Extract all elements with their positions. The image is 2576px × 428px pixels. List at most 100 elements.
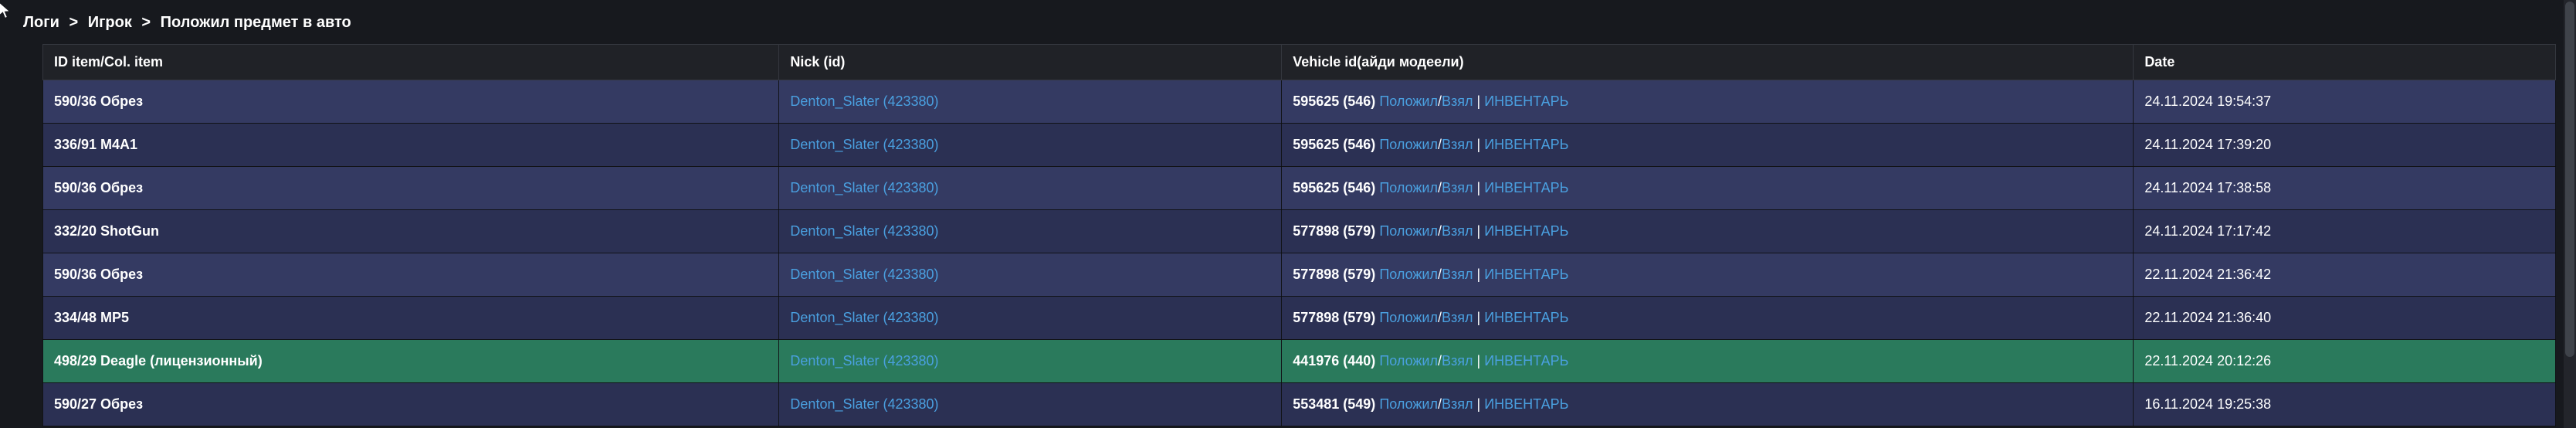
nick-link[interactable]: Denton_Slater (423380) [790, 223, 938, 239]
take-link[interactable]: Взял [1442, 267, 1473, 282]
pipe-separator: | [1473, 223, 1485, 239]
item-cell: 332/20 ShotGun [43, 210, 779, 253]
col-header-item: ID item/Col. item [43, 45, 779, 80]
table-row: 590/27 Обрез Denton_Slater (423380) 553481… [43, 383, 2556, 426]
breadcrumb-item-current: Положил предмет в авто [161, 14, 351, 31]
table-header-row: ID item/Col. item Nick (id) Vehicle id(а… [43, 45, 2556, 80]
put-link[interactable]: Положил [1379, 396, 1438, 412]
pipe-separator: | [1473, 310, 1485, 325]
date-cell: 22.11.2024 21:36:40 [2134, 297, 2556, 340]
nick-cell: Denton_Slater (423380) [779, 124, 1282, 167]
col-header-nick: Nick (id) [779, 45, 1282, 80]
vehicle-id: 595625 (546) [1293, 137, 1375, 152]
breadcrumb-item-logs[interactable]: Логи [23, 14, 59, 31]
nick-link[interactable]: Denton_Slater (423380) [790, 396, 938, 412]
table-row: 590/36 Обрез Denton_Slater (423380) 595625… [43, 167, 2556, 210]
vehicle-id: 595625 (546) [1293, 93, 1375, 109]
vehicle-id: 553481 (549) [1293, 396, 1375, 412]
log-table: ID item/Col. item Nick (id) Vehicle id(а… [42, 44, 2556, 426]
nick-cell: Denton_Slater (423380) [779, 340, 1282, 383]
vehicle-cell: 577898 (579) Положил/Взял | ИНВЕНТАРЬ [1282, 297, 2134, 340]
nick-cell: Denton_Slater (423380) [779, 383, 1282, 426]
item-cell: 590/36 Обрез [43, 167, 779, 210]
take-link[interactable]: Взял [1442, 93, 1473, 109]
pipe-separator: | [1473, 137, 1485, 152]
inventory-link[interactable]: ИНВЕНТАРЬ [1484, 93, 1568, 109]
inventory-link[interactable]: ИНВЕНТАРЬ [1484, 223, 1568, 239]
table-row: 336/91 M4A1 Denton_Slater (423380) 595625 … [43, 124, 2556, 167]
item-cell: 590/27 Обрез [43, 383, 779, 426]
nick-cell: Denton_Slater (423380) [779, 253, 1282, 297]
item-cell: 334/48 MP5 [43, 297, 779, 340]
nick-cell: Denton_Slater (423380) [779, 210, 1282, 253]
table-row: 590/36 Обрез Denton_Slater (423380) 577898… [43, 253, 2556, 297]
table-row: 332/20 ShotGun Denton_Slater (423380) 5778… [43, 210, 2556, 253]
breadcrumb-separator: > [141, 14, 151, 31]
table-row: 334/48 MP5 Denton_Slater (423380) 577898 (… [43, 297, 2556, 340]
breadcrumb-item-player[interactable]: Игрок [88, 14, 132, 31]
item-cell: 336/91 M4A1 [43, 124, 779, 167]
vehicle-id: 577898 (579) [1293, 223, 1375, 239]
take-link[interactable]: Взял [1442, 223, 1473, 239]
vehicle-cell: 595625 (546) Положил/Взял | ИНВЕНТАРЬ [1282, 124, 2134, 167]
mouse-cursor-icon [0, 2, 11, 23]
inventory-link[interactable]: ИНВЕНТАРЬ [1484, 353, 1568, 369]
nick-cell: Denton_Slater (423380) [779, 80, 1282, 124]
put-link[interactable]: Положил [1379, 93, 1438, 109]
inventory-link[interactable]: ИНВЕНТАРЬ [1484, 137, 1568, 152]
pipe-separator: | [1473, 353, 1485, 369]
date-cell: 16.11.2024 19:25:38 [2134, 383, 2556, 426]
put-link[interactable]: Положил [1379, 137, 1438, 152]
vehicle-cell: 577898 (579) Положил/Взял | ИНВЕНТАРЬ [1282, 210, 2134, 253]
take-link[interactable]: Взял [1442, 353, 1473, 369]
inventory-link[interactable]: ИНВЕНТАРЬ [1484, 180, 1568, 195]
nick-link[interactable]: Denton_Slater (423380) [790, 267, 938, 282]
date-cell: 22.11.2024 20:12:26 [2134, 340, 2556, 383]
pipe-separator: | [1473, 93, 1485, 109]
date-cell: 24.11.2024 17:17:42 [2134, 210, 2556, 253]
take-link[interactable]: Взял [1442, 310, 1473, 325]
nick-link[interactable]: Denton_Slater (423380) [790, 137, 938, 152]
vertical-scrollbar-track[interactable] [2564, 0, 2576, 428]
col-header-vehicle: Vehicle id(айди модеели) [1282, 45, 2134, 80]
breadcrumb: Логи > Игрок > Положил предмет в авто [0, 0, 2576, 32]
inventory-link[interactable]: ИНВЕНТАРЬ [1484, 310, 1568, 325]
vehicle-id: 441976 (440) [1293, 353, 1375, 369]
take-link[interactable]: Взял [1442, 396, 1473, 412]
date-cell: 24.11.2024 17:39:20 [2134, 124, 2556, 167]
inventory-link[interactable]: ИНВЕНТАРЬ [1484, 396, 1568, 412]
table-row: 498/29 Deagle (лицензионный) Denton_Slate… [43, 340, 2556, 383]
date-cell: 22.11.2024 21:36:42 [2134, 253, 2556, 297]
nick-cell: Denton_Slater (423380) [779, 167, 1282, 210]
nick-link[interactable]: Denton_Slater (423380) [790, 353, 938, 369]
vertical-scrollbar-thumb[interactable] [2565, 2, 2574, 357]
item-cell: 498/29 Deagle (лицензионный) [43, 340, 779, 383]
breadcrumb-separator: > [69, 14, 78, 31]
nick-link[interactable]: Denton_Slater (423380) [790, 93, 938, 109]
vehicle-cell: 553481 (549) Положил/Взял | ИНВЕНТАРЬ [1282, 383, 2134, 426]
take-link[interactable]: Взял [1442, 180, 1473, 195]
pipe-separator: | [1473, 396, 1485, 412]
item-cell: 590/36 Обрез [43, 253, 779, 297]
put-link[interactable]: Положил [1379, 267, 1438, 282]
nick-link[interactable]: Denton_Slater (423380) [790, 180, 938, 195]
take-link[interactable]: Взял [1442, 137, 1473, 152]
date-cell: 24.11.2024 17:38:58 [2134, 167, 2556, 210]
col-header-date: Date [2134, 45, 2556, 80]
date-cell: 24.11.2024 19:54:37 [2134, 80, 2556, 124]
vehicle-cell: 441976 (440) Положил/Взял | ИНВЕНТАРЬ [1282, 340, 2134, 383]
nick-link[interactable]: Denton_Slater (423380) [790, 310, 938, 325]
item-cell: 590/36 Обрез [43, 80, 779, 124]
vehicle-cell: 595625 (546) Положил/Взял | ИНВЕНТАРЬ [1282, 167, 2134, 210]
put-link[interactable]: Положил [1379, 180, 1438, 195]
vehicle-cell: 577898 (579) Положил/Взял | ИНВЕНТАРЬ [1282, 253, 2134, 297]
vehicle-cell: 595625 (546) Положил/Взял | ИНВЕНТАРЬ [1282, 80, 2134, 124]
put-link[interactable]: Положил [1379, 223, 1438, 239]
pipe-separator: | [1473, 267, 1485, 282]
pipe-separator: | [1473, 180, 1485, 195]
inventory-link[interactable]: ИНВЕНТАРЬ [1484, 267, 1568, 282]
put-link[interactable]: Положил [1379, 353, 1438, 369]
vehicle-id: 577898 (579) [1293, 267, 1375, 282]
vehicle-id: 595625 (546) [1293, 180, 1375, 195]
put-link[interactable]: Положил [1379, 310, 1438, 325]
